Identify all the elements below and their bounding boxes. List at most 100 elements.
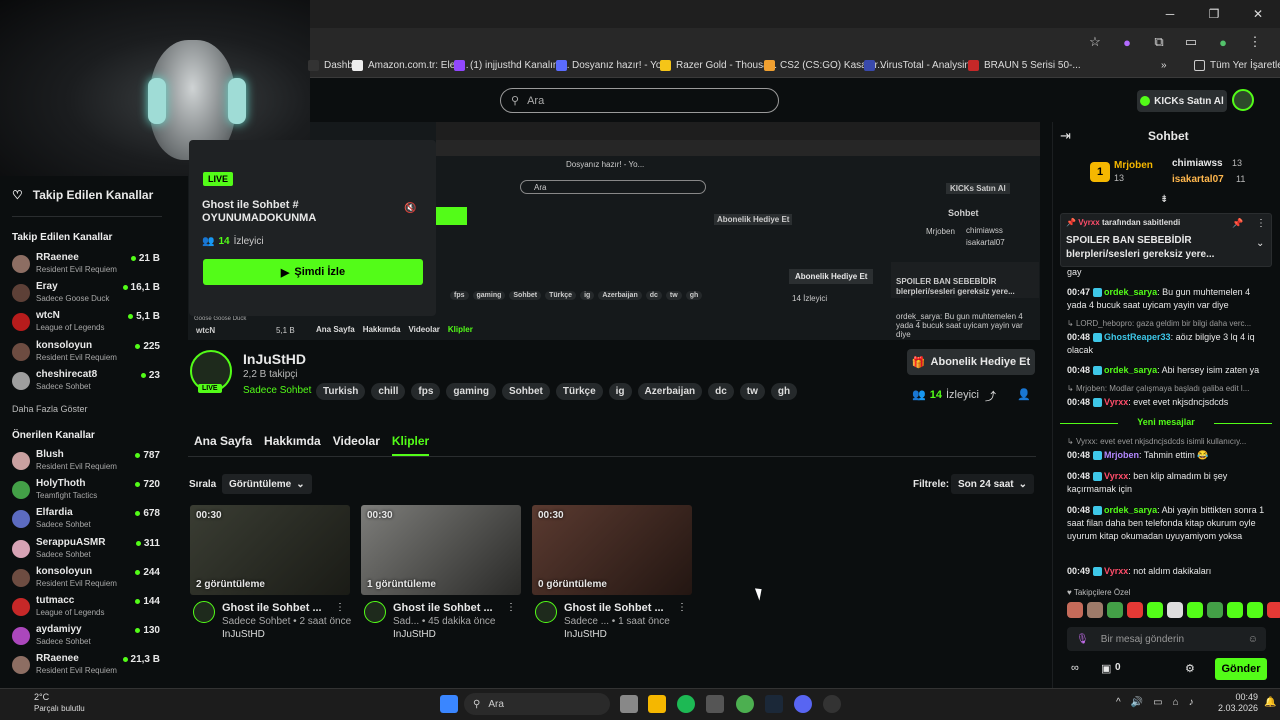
app-icon[interactable] xyxy=(706,695,724,713)
sidebar-channel[interactable]: konsoloyun Resident Evil Requiem 225 xyxy=(12,340,160,366)
tab-videos[interactable]: Videolar xyxy=(333,434,380,456)
sidebar-channel[interactable]: SerappuASMR Sadece Sohbet 311 xyxy=(12,537,160,563)
message-username[interactable]: ordek_sarya xyxy=(1104,287,1157,297)
spotify-icon[interactable] xyxy=(677,695,695,713)
clip-avatar[interactable] xyxy=(535,601,557,623)
reply-preview[interactable]: ↳ Mrjoben: Modlar çalışmaya başladı gali… xyxy=(1067,384,1272,393)
discord-icon[interactable] xyxy=(794,695,812,713)
clip-avatar[interactable] xyxy=(193,601,215,623)
tag-chip[interactable]: fps xyxy=(411,383,441,400)
message-username[interactable]: Vyrxx xyxy=(1104,566,1128,576)
network-icon[interactable]: ⌂ xyxy=(1173,697,1179,708)
clip-card[interactable]: 00:30 0 görüntüleme Ghost ile Sohbet ... ⋮ S… xyxy=(532,505,692,641)
star-icon[interactable]: ☆ xyxy=(1086,33,1104,51)
show-more-link[interactable]: Daha Fazla Göster xyxy=(12,404,88,414)
tag-chip[interactable]: Azerbaijan xyxy=(637,383,703,400)
sidebar-channel[interactable]: RRaenee Resident Evil Requiem 21,3 B xyxy=(12,653,160,679)
tag-chip[interactable]: Sohbet xyxy=(501,383,550,400)
clip-title[interactable]: Ghost ile Sohbet ... xyxy=(393,602,493,614)
clip-channel[interactable]: InJuStHD xyxy=(222,629,265,640)
tag-chip[interactable]: chill xyxy=(371,383,406,400)
puzzle-icon[interactable]: ⧉ xyxy=(1150,33,1168,51)
reply-preview[interactable]: ↳ Vyrxx: evet evet nkjsdncjsdcds isimli … xyxy=(1067,437,1272,446)
more-options-icon[interactable]: ⋮ xyxy=(1256,218,1266,229)
sidebar-channel[interactable]: cheshirecat8 Sadece Sohbet 23 xyxy=(12,369,160,395)
chrome-icon[interactable] xyxy=(736,695,754,713)
mute-icon[interactable]: 🔇 xyxy=(404,203,418,215)
tag-chip[interactable]: tw xyxy=(739,383,765,400)
tab-clips[interactable]: Klipler xyxy=(391,434,430,456)
battery-icon[interactable]: ▭ xyxy=(1153,697,1162,708)
profile-icon[interactable]: ● xyxy=(1214,33,1232,51)
bookmarks-overflow[interactable]: » xyxy=(1161,60,1167,71)
emote-icon[interactable] xyxy=(1067,602,1083,618)
weather-widget[interactable]: 2°C Parçalı bulutlu xyxy=(12,692,85,714)
clip-channel[interactable]: InJuStHD xyxy=(393,629,436,640)
sidebar-channel[interactable]: konsoloyun Resident Evil Requiem 244 xyxy=(12,566,160,592)
speaker-icon[interactable]: ♪ xyxy=(1189,697,1194,708)
obs-icon[interactable] xyxy=(823,695,841,713)
emoji-icon[interactable]: ☺ xyxy=(1248,634,1258,645)
bookmark-item[interactable]: Razer Gold - Thousa... xyxy=(660,60,777,71)
sidebar-channel[interactable]: RRaenee Resident Evil Requiem 21 B xyxy=(12,252,160,278)
chevron-up-icon[interactable]: ^ xyxy=(1116,697,1121,708)
chat-message-input[interactable]: 🎙 Bir mesaj gönderin ☺ xyxy=(1067,627,1266,651)
bookmark-item[interactable]: Dosyanız hazır! - Yo... xyxy=(556,60,670,71)
sidebar-channel[interactable]: aydamiyy Sadece Sohbet 130 xyxy=(12,624,160,650)
more-options-icon[interactable]: ⋮ xyxy=(335,602,345,613)
file-explorer-icon[interactable] xyxy=(648,695,666,713)
chest-icon[interactable]: ▣ xyxy=(1101,662,1111,675)
menu-icon[interactable]: ⋮ xyxy=(1246,33,1264,51)
sidebar-channel[interactable]: tutmacc League of Legends 144 xyxy=(12,595,160,621)
sort-select[interactable]: Görüntüleme ⌄ xyxy=(222,474,312,494)
volume-icon[interactable]: 🔊 xyxy=(1131,697,1143,708)
settings-icon[interactable]: ⚙ xyxy=(1185,662,1195,675)
bookmark-item[interactable]: Amazon.com.tr: Elek... xyxy=(352,60,469,71)
emote-icon[interactable] xyxy=(1167,602,1183,618)
tag-chip[interactable]: gh xyxy=(770,383,798,400)
tag-chip[interactable]: gaming xyxy=(446,383,496,400)
clip-card[interactable]: 00:30 2 görüntüleme Ghost ile Sohbet ... ⋮ S… xyxy=(190,505,351,641)
sidebar-channel[interactable]: Eray Sadece Goose Duck 16,1 B xyxy=(12,281,160,307)
tag-chip[interactable]: ig xyxy=(608,383,632,400)
tag-chip[interactable]: Türkçe xyxy=(555,383,603,400)
microphone-icon[interactable]: 🎙 xyxy=(1076,634,1089,645)
gift-subscription-button[interactable]: 🎁 Abonelik Hediye Et xyxy=(907,349,1035,375)
extension-icon[interactable]: ● xyxy=(1118,33,1136,51)
clip-title[interactable]: Ghost ile Sohbet ... xyxy=(222,602,322,614)
close-icon[interactable]: ✕ xyxy=(1236,0,1280,28)
sidepanel-icon[interactable]: ▭ xyxy=(1182,33,1200,51)
send-button[interactable]: Gönder xyxy=(1215,658,1267,680)
followed-header[interactable]: ♡ Takip Edilen Kanallar xyxy=(12,188,153,202)
message-username[interactable]: Vyrxx xyxy=(1104,471,1128,481)
user-menu-icon[interactable]: 👤 xyxy=(1017,388,1031,401)
points-icon[interactable]: ∞ xyxy=(1071,662,1079,674)
buy-kicks-button[interactable]: KICKs Satın Al xyxy=(1137,90,1227,112)
emote-icon[interactable] xyxy=(1147,602,1163,618)
minimize-icon[interactable]: ─ xyxy=(1148,0,1192,28)
more-options-icon[interactable]: ⋮ xyxy=(506,602,516,613)
live-preview-card[interactable] xyxy=(189,140,436,316)
emote-icon[interactable] xyxy=(1127,602,1143,618)
emote-icon[interactable] xyxy=(1107,602,1123,618)
reply-preview[interactable]: ↳ LORD_hebopro: gaza geldim bir bilgi da… xyxy=(1067,319,1272,328)
sidebar-channel[interactable]: Elfardia Sadece Sohbet 678 xyxy=(12,507,160,533)
sidebar-channel[interactable]: wtcN League of Legends 5,1 B xyxy=(12,310,160,336)
tab-home[interactable]: Ana Sayfa xyxy=(194,434,252,456)
emote-icon[interactable] xyxy=(1087,602,1103,618)
message-username[interactable]: ordek_sarya xyxy=(1104,365,1157,375)
tab-about[interactable]: Hakkımda xyxy=(264,434,321,456)
notification-icon[interactable]: 🔔 xyxy=(1264,697,1276,708)
sidebar-channel[interactable]: HolyThoth Teamfight Tactics 720 xyxy=(12,478,160,504)
bookmark-item[interactable]: VirusTotal - Analysin... xyxy=(864,60,978,71)
more-options-icon[interactable]: ⋮ xyxy=(677,602,687,613)
search-input[interactable]: ⚲ Ara xyxy=(500,88,779,113)
clip-channel[interactable]: InJuStHD xyxy=(564,629,607,640)
expand-icon[interactable]: ⌄ xyxy=(1256,238,1264,249)
clip-title[interactable]: Ghost ile Sohbet ... xyxy=(564,602,664,614)
category-link[interactable]: Sadece Sohbet xyxy=(243,385,311,396)
clip-avatar[interactable] xyxy=(364,601,386,623)
steam-icon[interactable] xyxy=(765,695,783,713)
user-avatar[interactable] xyxy=(1232,89,1254,111)
share-icon[interactable]: ⤴ xyxy=(985,388,996,404)
